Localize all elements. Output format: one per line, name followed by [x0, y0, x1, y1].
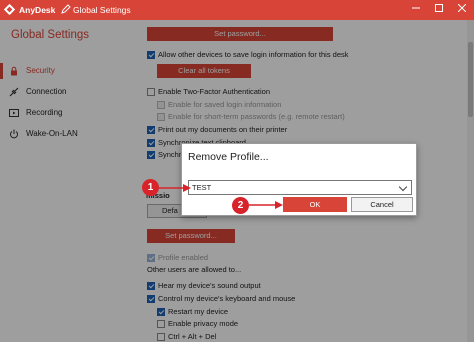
- pencil-icon: [61, 4, 71, 14]
- chevron-down-icon: [398, 182, 408, 192]
- profile-select-value: TEST: [192, 183, 212, 192]
- profile-select[interactable]: TEST: [188, 180, 412, 195]
- ok-button[interactable]: OK: [283, 197, 347, 212]
- close-icon: [457, 3, 467, 13]
- minimize-button[interactable]: [404, 0, 428, 20]
- step-2-arrow-icon: [249, 201, 283, 209]
- settings-tab-title[interactable]: Global Settings: [73, 5, 131, 15]
- dialog-title: Remove Profile...: [188, 151, 269, 163]
- step-1-arrow-icon: [159, 184, 191, 192]
- anydesk-logo-icon: [4, 4, 15, 15]
- step-2-badge: 2: [232, 197, 249, 214]
- maximize-button[interactable]: [427, 0, 451, 20]
- maximize-icon: [435, 4, 443, 12]
- title-bar: AnyDesk Global Settings: [0, 0, 474, 20]
- app-name: AnyDesk: [19, 5, 56, 15]
- remove-profile-dialog: Remove Profile... TEST OK Cancel: [181, 143, 417, 216]
- step-1-badge: 1: [142, 179, 159, 196]
- cancel-button[interactable]: Cancel: [351, 197, 413, 212]
- close-button[interactable]: [450, 0, 474, 20]
- minimize-icon: [412, 7, 420, 9]
